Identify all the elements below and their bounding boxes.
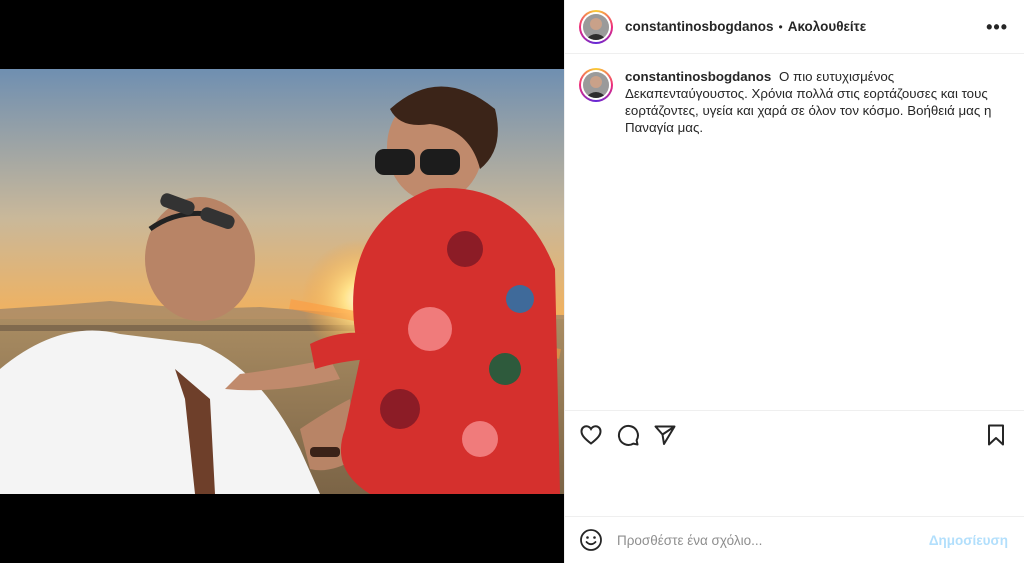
comment-input[interactable]	[617, 532, 917, 548]
following-button[interactable]: Ακολουθείτε	[788, 19, 866, 34]
bookmark-icon[interactable]	[984, 423, 1008, 447]
post-photo[interactable]	[0, 69, 564, 494]
heart-icon[interactable]	[579, 423, 603, 447]
avatar-photo	[583, 13, 609, 40]
post-caption: constantinosbogdanos Ο πιο ευτυχισμένος …	[565, 54, 1024, 136]
caption-avatar-photo	[583, 72, 609, 98]
post-comment-button[interactable]: Δημοσίευση	[929, 533, 1008, 548]
media-pane	[0, 0, 564, 563]
more-horizontal-icon[interactable]: •••	[986, 18, 1008, 36]
action-bar	[565, 410, 1024, 447]
avatar[interactable]	[579, 9, 613, 44]
smiley-icon[interactable]	[579, 528, 603, 552]
header-username[interactable]: constantinosbogdanos	[625, 19, 774, 34]
post-header: constantinosbogdanos • Ακολουθείτε •••	[565, 0, 1024, 54]
comment-bar: Δημοσίευση	[565, 516, 1024, 563]
post-side-panel: constantinosbogdanos • Ακολουθείτε ••• c…	[564, 0, 1024, 563]
comment-bubble-icon[interactable]	[616, 423, 640, 447]
caption-username[interactable]: constantinosbogdanos	[625, 69, 771, 84]
separator-dot: •	[778, 19, 783, 34]
paper-plane-icon[interactable]	[653, 423, 677, 447]
caption-body: constantinosbogdanos Ο πιο ευτυχισμένος …	[625, 68, 1005, 136]
caption-avatar[interactable]	[579, 68, 613, 102]
